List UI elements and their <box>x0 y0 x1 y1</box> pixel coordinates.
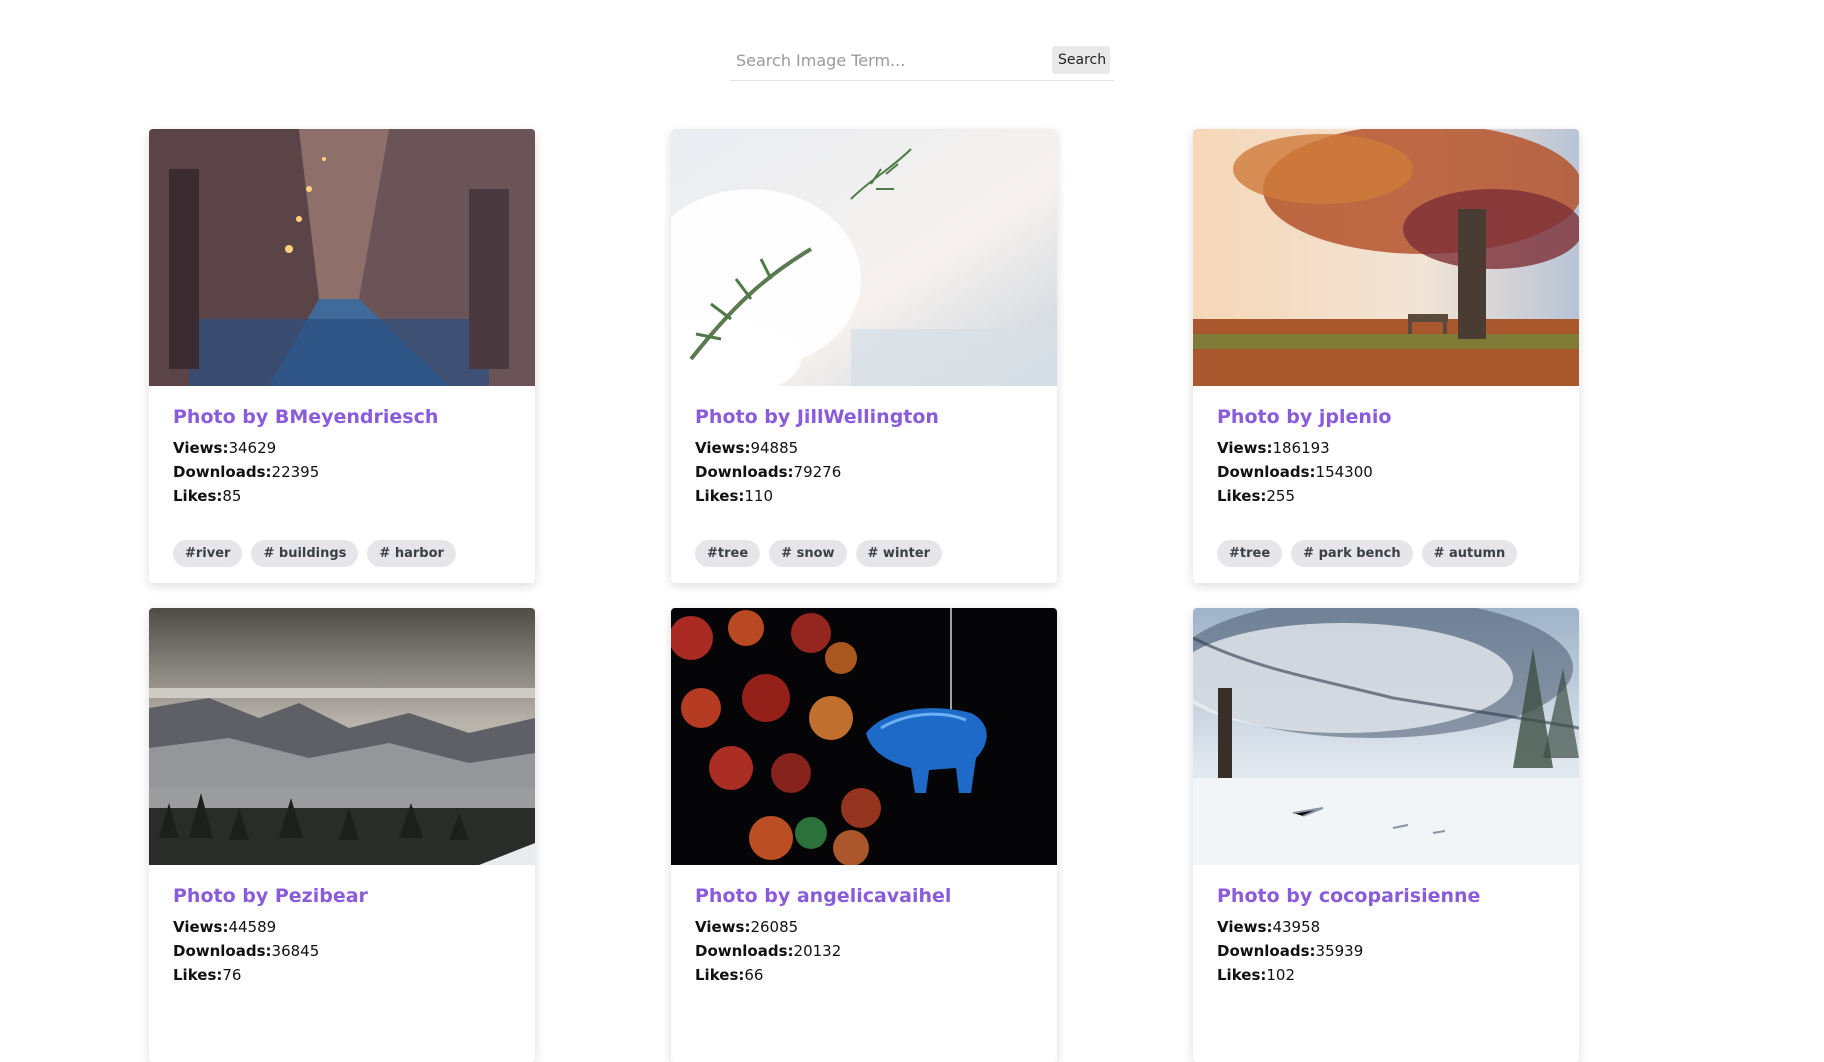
likes-stat: Likes:102 <box>1217 963 1555 987</box>
views-value: 43958 <box>1272 918 1321 936</box>
views-label: Views: <box>695 918 751 936</box>
photo-autumn-tree[interactable] <box>1193 129 1579 386</box>
likes-label: Likes: <box>695 966 745 984</box>
likes-value: 76 <box>222 966 242 984</box>
likes-label: Likes: <box>173 487 223 505</box>
likes-label: Likes: <box>1217 966 1267 984</box>
search-form: Search <box>730 40 1114 81</box>
image-grid: Photo by BMeyendriesch Views:34629 Downl… <box>149 129 1579 1062</box>
downloads-stat: Downloads:36845 <box>173 939 511 963</box>
downloads-label: Downloads: <box>1217 463 1316 481</box>
photo-snowy-forest[interactable] <box>1193 608 1579 865</box>
card-body: Photo by BMeyendriesch Views:34629 Downl… <box>149 386 535 567</box>
likes-label: Likes: <box>1217 487 1267 505</box>
tag[interactable]: # harbor <box>367 540 456 567</box>
image-card: Photo by Pezibear Views:44589 Downloads:… <box>149 608 535 1062</box>
downloads-label: Downloads: <box>1217 942 1316 960</box>
image-card: Photo by angelicavaihel Views:26085 Down… <box>671 608 1057 1062</box>
search-input[interactable] <box>730 45 1052 75</box>
views-stat: Views:44589 <box>173 915 511 939</box>
card-title: Photo by Pezibear <box>173 885 368 907</box>
photo-glass-polar-bear[interactable] <box>671 608 1057 865</box>
tag-list: #tree # snow # winter <box>695 540 1033 567</box>
views-value: 186193 <box>1272 439 1330 457</box>
likes-value: 255 <box>1266 487 1296 505</box>
downloads-label: Downloads: <box>173 942 272 960</box>
downloads-value: 20132 <box>793 942 842 960</box>
card-title: Photo by angelicavaihel <box>695 885 952 907</box>
card-title: Photo by cocoparisienne <box>1217 885 1481 907</box>
downloads-stat: Downloads:79276 <box>695 460 1033 484</box>
downloads-stat: Downloads:154300 <box>1217 460 1555 484</box>
likes-stat: Likes:76 <box>173 963 511 987</box>
likes-value: 66 <box>744 966 764 984</box>
card-body: Photo by cocoparisienne Views:43958 Down… <box>1193 865 1579 987</box>
tag[interactable]: #tree <box>1217 540 1283 567</box>
downloads-label: Downloads: <box>695 463 794 481</box>
views-stat: Views:186193 <box>1217 436 1555 460</box>
likes-stat: Likes:66 <box>695 963 1033 987</box>
downloads-value: 154300 <box>1315 463 1373 481</box>
downloads-value: 36845 <box>271 942 320 960</box>
views-label: Views: <box>1217 918 1273 936</box>
photo-misty-mountains[interactable] <box>149 608 535 865</box>
tag[interactable]: # buildings <box>251 540 359 567</box>
likes-value: 110 <box>744 487 774 505</box>
likes-value: 85 <box>222 487 242 505</box>
tag[interactable]: # snow <box>769 540 847 567</box>
downloads-stat: Downloads:22395 <box>173 460 511 484</box>
card-body: Photo by jplenio Views:186193 Downloads:… <box>1193 386 1579 567</box>
views-label: Views: <box>173 918 229 936</box>
photo-rainy-street[interactable] <box>149 129 535 386</box>
downloads-value: 22395 <box>271 463 320 481</box>
card-title: Photo by BMeyendriesch <box>173 406 439 428</box>
views-label: Views: <box>695 439 751 457</box>
search-button[interactable]: Search <box>1052 46 1110 74</box>
downloads-stat: Downloads:35939 <box>1217 939 1555 963</box>
views-stat: Views:34629 <box>173 436 511 460</box>
card-body: Photo by JillWellington Views:94885 Down… <box>671 386 1057 567</box>
views-value: 34629 <box>228 439 277 457</box>
downloads-stat: Downloads:20132 <box>695 939 1033 963</box>
downloads-value: 79276 <box>793 463 842 481</box>
likes-label: Likes: <box>173 966 223 984</box>
downloads-label: Downloads: <box>695 942 794 960</box>
image-card: Photo by BMeyendriesch Views:34629 Downl… <box>149 129 535 583</box>
likes-value: 102 <box>1266 966 1296 984</box>
tag[interactable]: # winter <box>855 540 943 567</box>
views-label: Views: <box>173 439 229 457</box>
image-card: Photo by jplenio Views:186193 Downloads:… <box>1193 129 1579 583</box>
downloads-value: 35939 <box>1315 942 1364 960</box>
card-title: Photo by jplenio <box>1217 406 1392 428</box>
views-stat: Views:26085 <box>695 915 1033 939</box>
card-title: Photo by JillWellington <box>695 406 939 428</box>
photo-snowy-branch[interactable] <box>671 129 1057 386</box>
image-card: Photo by JillWellington Views:94885 Down… <box>671 129 1057 583</box>
views-value: 26085 <box>750 918 799 936</box>
tag[interactable]: #tree <box>695 540 761 567</box>
views-value: 94885 <box>750 439 799 457</box>
views-value: 44589 <box>228 918 277 936</box>
views-stat: Views:94885 <box>695 436 1033 460</box>
tag[interactable]: # park bench <box>1291 540 1413 567</box>
tag[interactable]: #river <box>173 540 243 567</box>
likes-label: Likes: <box>695 487 745 505</box>
views-label: Views: <box>1217 439 1273 457</box>
tag-list: #tree # park bench # autumn <box>1217 540 1555 567</box>
likes-stat: Likes:110 <box>695 484 1033 508</box>
downloads-label: Downloads: <box>173 463 272 481</box>
likes-stat: Likes:85 <box>173 484 511 508</box>
image-card: Photo by cocoparisienne Views:43958 Down… <box>1193 608 1579 1062</box>
card-body: Photo by Pezibear Views:44589 Downloads:… <box>149 865 535 987</box>
views-stat: Views:43958 <box>1217 915 1555 939</box>
card-body: Photo by angelicavaihel Views:26085 Down… <box>671 865 1057 987</box>
tag-list: #river # buildings # harbor <box>173 540 511 567</box>
likes-stat: Likes:255 <box>1217 484 1555 508</box>
tag[interactable]: # autumn <box>1421 540 1518 567</box>
